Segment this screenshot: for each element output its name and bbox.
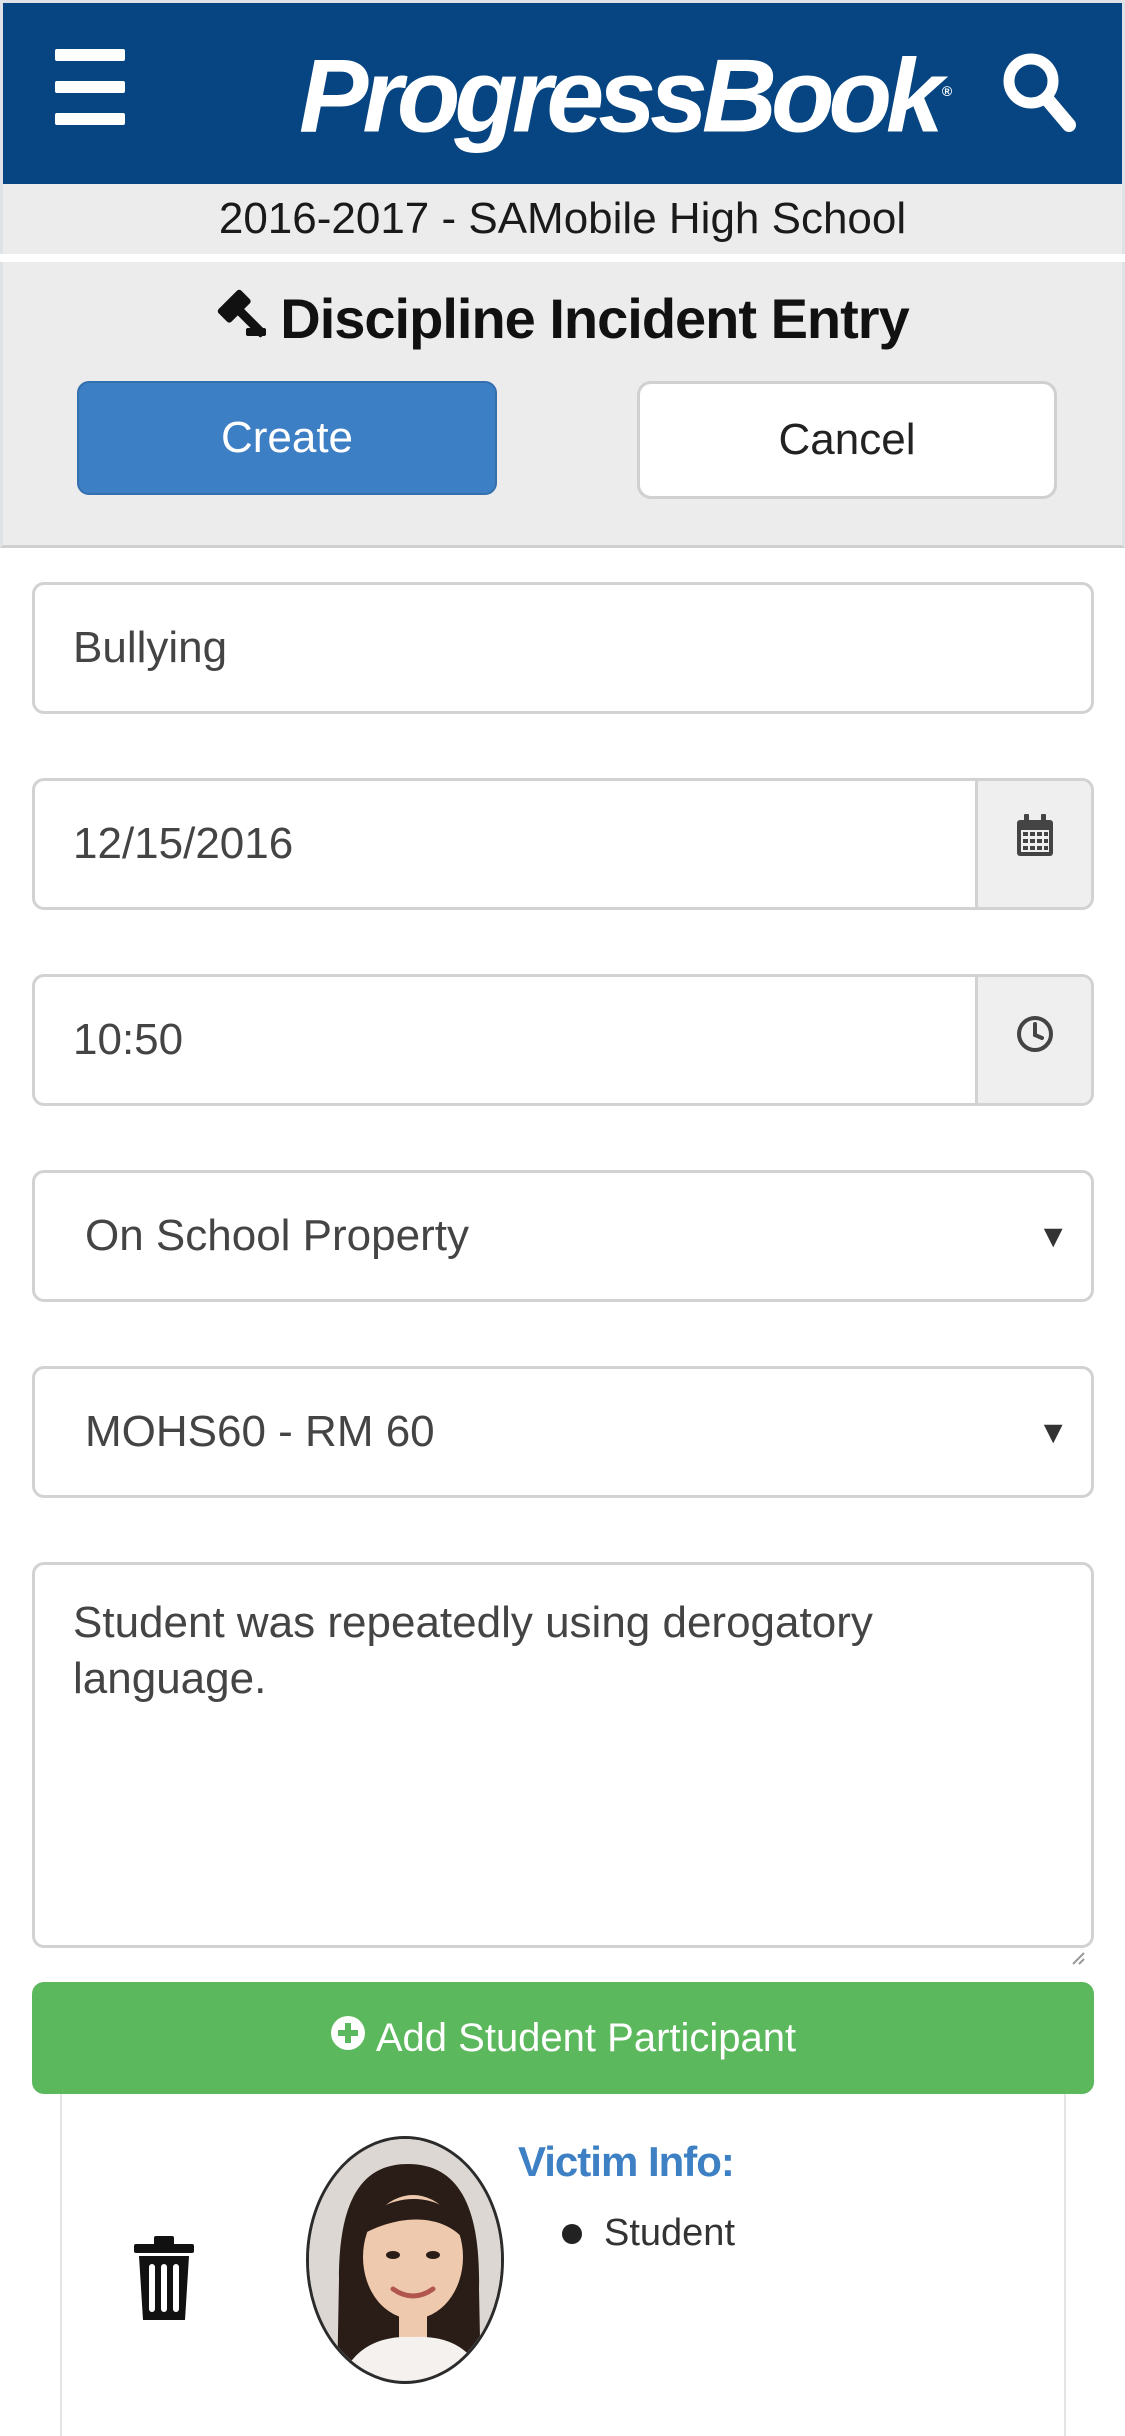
description-value: Student was repeatedly using derogatory … (73, 1598, 873, 1703)
progressbook-logo: ProgressBook ® (299, 31, 952, 155)
school-year-label: 2016-2017 - SAMobile High School (0, 184, 1125, 254)
page-title-row: Discipline Incident Entry (3, 280, 1122, 356)
date-field[interactable]: 12/15/2016 (32, 778, 1094, 910)
resize-handle-icon[interactable] (1069, 1923, 1085, 1965)
bullet-icon (562, 2223, 582, 2244)
student-avatar (306, 2136, 504, 2384)
victim-role-item: Student (562, 2212, 735, 2255)
description-textarea[interactable]: Student was repeatedly using derogatory … (32, 1562, 1094, 1965)
page-title: Discipline Incident Entry (280, 286, 909, 350)
gavel-icon (216, 288, 268, 349)
cancel-button[interactable]: Cancel (637, 381, 1057, 499)
add-student-participant-label: Add Student Participant (375, 2015, 797, 2060)
participant-card: Victim Info: Student (60, 2094, 1066, 2436)
search-icon[interactable] (999, 43, 1079, 139)
room-value: MOHS60 - RM 60 (85, 1407, 435, 1456)
incident-type-field[interactable]: Bullying (32, 582, 1094, 714)
plus-circle-icon (330, 2015, 366, 2061)
time-field[interactable]: 10:50 (32, 974, 1094, 1106)
date-value: 12/15/2016 (73, 819, 294, 868)
location-value: On School Property (85, 1211, 469, 1260)
hamburger-menu-icon[interactable] (55, 49, 127, 125)
date-picker-button[interactable] (975, 781, 1091, 907)
app-header: ProgressBook ® (0, 0, 1125, 184)
time-value: 10:50 (73, 1015, 184, 1064)
location-select[interactable]: On School Property ▼ (32, 1170, 1094, 1302)
victim-role-label: Student (604, 2212, 735, 2254)
time-picker-button[interactable] (975, 977, 1091, 1103)
calendar-icon (1015, 781, 1055, 907)
chevron-down-icon: ▼ (1037, 1414, 1069, 1450)
clock-icon (1015, 977, 1055, 1103)
create-button[interactable]: Create (77, 381, 497, 495)
trash-icon[interactable] (132, 2236, 196, 2322)
logo-text: ProgressBook (299, 38, 944, 155)
add-student-participant-button[interactable]: Add Student Participant (32, 1982, 1094, 2094)
registered-mark: ® (941, 83, 953, 99)
chevron-down-icon: ▼ (1037, 1218, 1069, 1254)
room-select[interactable]: MOHS60 - RM 60 ▼ (32, 1366, 1094, 1498)
title-panel: Discipline Incident Entry Create Cancel (0, 262, 1125, 548)
victim-info-heading: Victim Info: (518, 2138, 735, 2185)
